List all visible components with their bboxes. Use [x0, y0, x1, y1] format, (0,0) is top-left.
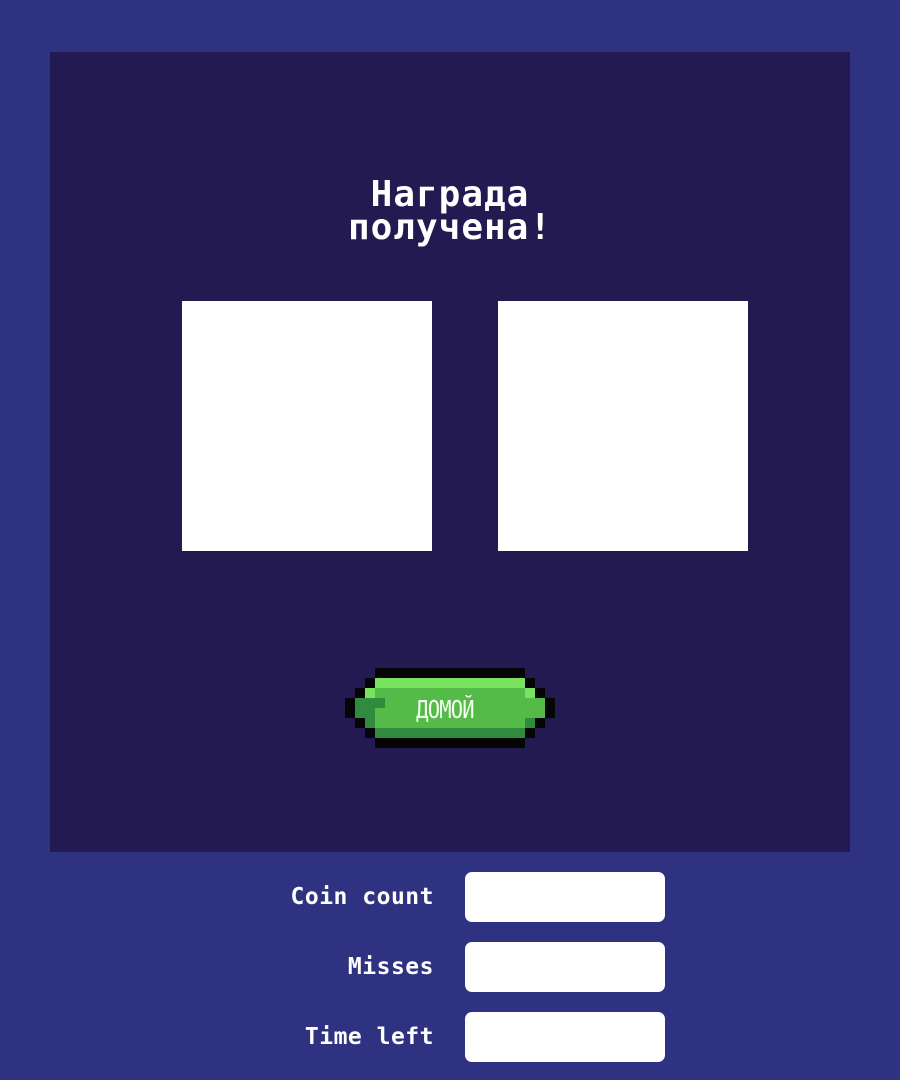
reward-slot-right: [498, 301, 748, 551]
misses-row: Misses: [0, 942, 900, 992]
reward-title: Награда получена!: [50, 177, 850, 248]
time-left-row: Time left: [0, 1012, 900, 1062]
time-left-input[interactable]: [465, 1012, 665, 1062]
home-button[interactable]: ДОМОЙ: [345, 668, 555, 748]
coin-count-label: Coin count: [290, 884, 434, 910]
reward-title-line-2: получена!: [347, 207, 553, 248]
home-button-label: ДОМОЙ: [416, 695, 474, 724]
misses-input[interactable]: [465, 942, 665, 992]
coin-count-input[interactable]: [465, 872, 665, 922]
coin-count-row: Coin count: [0, 872, 900, 922]
time-left-label: Time left: [304, 1024, 434, 1050]
reward-slot-left: [182, 301, 432, 551]
game-canvas: Награда получена! ДОМОЙ: [50, 52, 850, 852]
misses-label: Misses: [347, 954, 434, 980]
